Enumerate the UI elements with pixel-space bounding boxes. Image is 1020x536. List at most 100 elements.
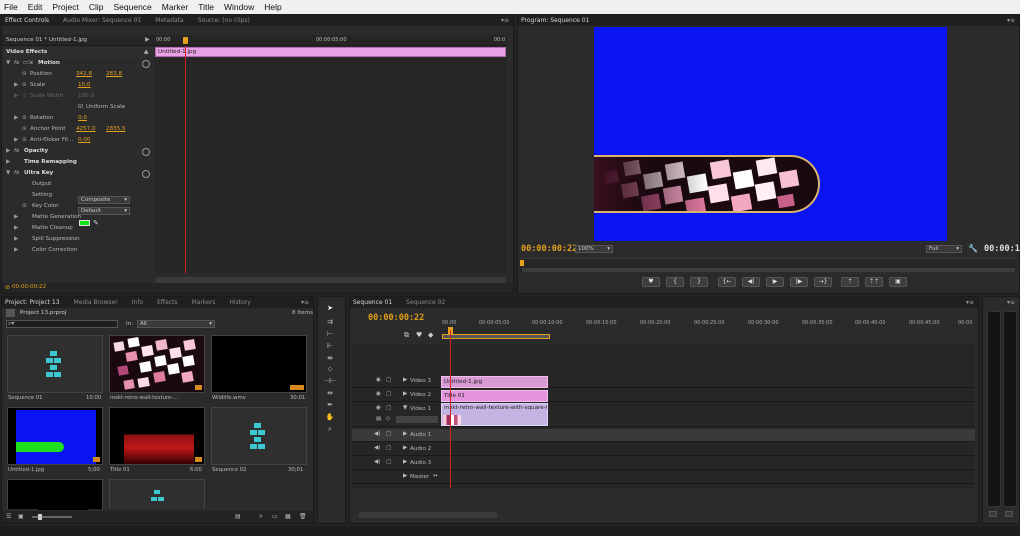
list-view-icon[interactable]: ☰ [6, 513, 11, 520]
expand-icon[interactable]: ▶ [403, 445, 407, 451]
hand-tool-icon[interactable]: ✋ [324, 413, 336, 423]
fx-icon[interactable]: fx [14, 170, 19, 176]
new-bin-icon[interactable]: ▭ [272, 513, 278, 520]
project-item-mosaic[interactable] [109, 335, 205, 393]
panel-menu-icon[interactable]: ▾≡ [501, 17, 509, 24]
panel-menu-icon[interactable]: ▾≡ [1007, 17, 1015, 24]
opacity-row[interactable]: ▶ fx Opacity [2, 146, 154, 157]
expand-icon[interactable]: ▶ [403, 431, 407, 437]
track-audio-3[interactable]: ◀) ▢ ▶ Audio 3 [352, 457, 975, 470]
clear-icon[interactable]: 🗑 [299, 513, 307, 520]
menu-title[interactable]: Title [198, 2, 214, 12]
expand-icon[interactable]: ▶ [6, 159, 10, 165]
automate-icon[interactable]: ▤ [235, 513, 241, 520]
lift-button[interactable]: ⇡ [841, 277, 859, 287]
anchor-y-value[interactable]: 2835,5 [106, 126, 126, 132]
expand-icon[interactable]: ▶ [403, 473, 407, 479]
eye-icon[interactable]: ◉ [376, 377, 381, 383]
scrubber-playhead-icon[interactable] [520, 260, 524, 266]
time-remapping-row[interactable]: ▶ Time Remapping [2, 157, 154, 168]
rate-stretch-tool-icon[interactable]: ⇼ [324, 354, 336, 364]
search-input[interactable]: ⌕▾ [6, 320, 118, 328]
anchor-x-value[interactable]: 4257,0 [76, 126, 96, 132]
scale-value[interactable]: 10,0 [78, 82, 90, 88]
track-audio-2[interactable]: ◀) ▢ ▶ Audio 2 [352, 443, 975, 456]
tab-effects[interactable]: Effects [157, 299, 177, 306]
expand-icon[interactable]: ▶ [14, 236, 18, 242]
rolling-edit-tool-icon[interactable]: ⊩ [324, 342, 336, 352]
scroll-up-icon[interactable]: ▲ [144, 49, 148, 55]
speaker-icon[interactable]: ◀) [374, 431, 380, 437]
lock-icon[interactable]: ▢ [386, 459, 391, 465]
collapse-icon[interactable]: ▶ [145, 36, 150, 43]
clip-mosaic-video[interactable]: mskt-retro-wall-texture-with-square-f [441, 403, 548, 426]
menu-window[interactable]: Window [224, 2, 254, 12]
work-area-bar[interactable] [442, 334, 550, 339]
project-item-wildlife[interactable] [211, 335, 307, 393]
go-to-in-button[interactable]: {← [718, 277, 736, 287]
marker-icon[interactable]: ♥ [416, 331, 422, 339]
tab-source[interactable]: Source: (no clips) [198, 17, 250, 24]
speaker-icon[interactable]: ◀) [374, 445, 380, 451]
position-y-value[interactable]: 283,8 [106, 71, 122, 77]
track-select-tool-icon[interactable]: ⇉ [324, 318, 336, 328]
menu-file[interactable]: File [4, 2, 18, 12]
selection-tool-icon[interactable]: ➤ [324, 304, 336, 314]
zoom-slider[interactable] [32, 514, 72, 520]
in-dropdown[interactable]: All ▾ [137, 320, 215, 328]
play-button[interactable]: ▶ [766, 277, 784, 287]
project-item-extra-2[interactable] [109, 479, 205, 509]
expand-icon[interactable]: ▼ [6, 60, 10, 66]
expand-icon[interactable]: ▶ [403, 459, 407, 465]
rotation-value[interactable]: 0,0 [78, 115, 87, 121]
slip-tool-icon[interactable]: ⊣⊢ [324, 377, 336, 387]
tab-metadata[interactable]: Metadata [155, 17, 183, 24]
expand-icon[interactable]: ▶ [14, 214, 18, 220]
lock-icon[interactable]: ▢ [386, 377, 391, 383]
ripple-edit-tool-icon[interactable]: ⊢ [324, 330, 336, 340]
tab-program[interactable]: Program: Sequence 01 [521, 17, 589, 24]
eye-icon[interactable]: ◉ [376, 391, 381, 397]
lock-icon[interactable]: ▢ [386, 391, 391, 397]
new-item-icon[interactable]: ▦ [285, 513, 291, 520]
slide-tool-icon[interactable]: ⇹ [324, 389, 336, 399]
project-item-extra-1[interactable] [7, 479, 103, 510]
lock-icon[interactable]: ▢ [386, 431, 391, 437]
menu-project[interactable]: Project [52, 2, 78, 12]
expand-icon[interactable]: ▶ [14, 82, 18, 88]
mark-out-button[interactable]: } [690, 277, 708, 287]
track-master[interactable]: ▶ Master ↔ [352, 471, 975, 484]
expand-icon[interactable]: ▶ [14, 115, 18, 121]
wrench-icon[interactable]: 🔧 [968, 244, 978, 253]
tab-markers[interactable]: Markers [192, 299, 216, 306]
solo-button-icon[interactable] [1005, 511, 1013, 517]
menu-marker[interactable]: Marker [162, 2, 188, 12]
menu-help[interactable]: Help [264, 2, 281, 12]
find-icon[interactable]: ⌕ [259, 512, 263, 521]
fx-icon[interactable]: fx [14, 148, 19, 154]
panel-menu-icon[interactable]: ▾≡ [1007, 299, 1015, 306]
lock-icon[interactable]: ▢ [386, 405, 391, 411]
program-scrubber[interactable] [520, 258, 1017, 272]
pen-tool-icon[interactable]: ✒ [324, 401, 336, 411]
add-marker-button[interactable]: ♥ [642, 277, 660, 287]
razor-tool-icon[interactable]: ⬦ [324, 365, 336, 375]
menu-edit[interactable]: Edit [28, 2, 43, 12]
stopwatch-icon[interactable]: ⊙ [22, 126, 27, 132]
icon-view-icon[interactable]: ▣ [18, 513, 24, 520]
playhead-marker-icon[interactable] [183, 37, 188, 44]
zoom-dropdown[interactable]: 100% ▾ [575, 245, 613, 253]
expand-icon[interactable]: ▶ [14, 137, 18, 143]
menu-sequence[interactable]: Sequence [113, 2, 151, 12]
spill-suppression-row[interactable]: ▶ Spill Suppression [2, 234, 154, 245]
clip-title-01[interactable]: Title 01 [441, 390, 548, 402]
tab-effect-controls[interactable]: Effect Controls [5, 17, 49, 24]
expand-icon[interactable]: ▶ [6, 148, 10, 154]
mark-in-button[interactable]: { [666, 277, 684, 287]
menu-clip[interactable]: Clip [89, 2, 104, 12]
scrubber-track[interactable] [522, 268, 1015, 272]
tab-history[interactable]: History [229, 299, 250, 306]
expand-icon[interactable]: ▼ [6, 170, 10, 176]
solo-button-icon[interactable] [989, 511, 997, 517]
go-to-out-button[interactable]: →} [814, 277, 832, 287]
